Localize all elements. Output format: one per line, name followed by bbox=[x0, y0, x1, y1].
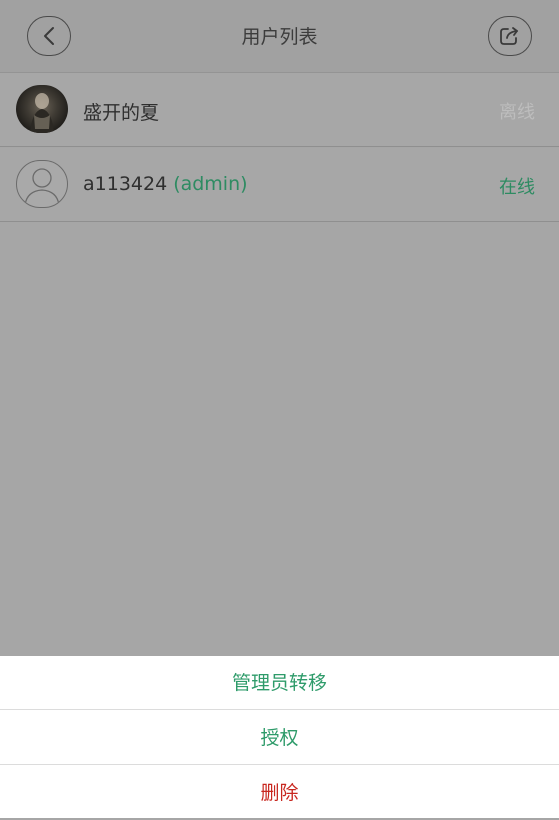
user-row[interactable]: 盛开的夏 离线 bbox=[0, 73, 559, 147]
delete-button[interactable]: 删除 bbox=[0, 766, 559, 820]
transfer-admin-button[interactable]: 管理员转移 bbox=[0, 656, 559, 710]
default-user-icon bbox=[24, 168, 60, 206]
avatar bbox=[16, 85, 68, 133]
status-label: 离线 bbox=[499, 102, 535, 123]
action-sheet: 管理员转移 授权 删除 bbox=[0, 656, 559, 818]
authorize-button[interactable]: 授权 bbox=[0, 711, 559, 765]
status-label: 在线 bbox=[499, 177, 535, 198]
user-row[interactable]: a113424 (admin) 在线 bbox=[0, 148, 559, 222]
share-export-icon bbox=[500, 27, 518, 45]
avatar bbox=[16, 160, 68, 208]
user-name: 盛开的夏 bbox=[83, 102, 160, 124]
role-badge: (admin) bbox=[173, 173, 248, 195]
top-bar: 用户列表 bbox=[0, 0, 559, 73]
user-name: a113424 (admin) bbox=[83, 173, 248, 195]
page-title: 用户列表 bbox=[241, 26, 318, 48]
share-button[interactable] bbox=[488, 16, 532, 56]
photo-avatar-icon bbox=[30, 93, 54, 133]
